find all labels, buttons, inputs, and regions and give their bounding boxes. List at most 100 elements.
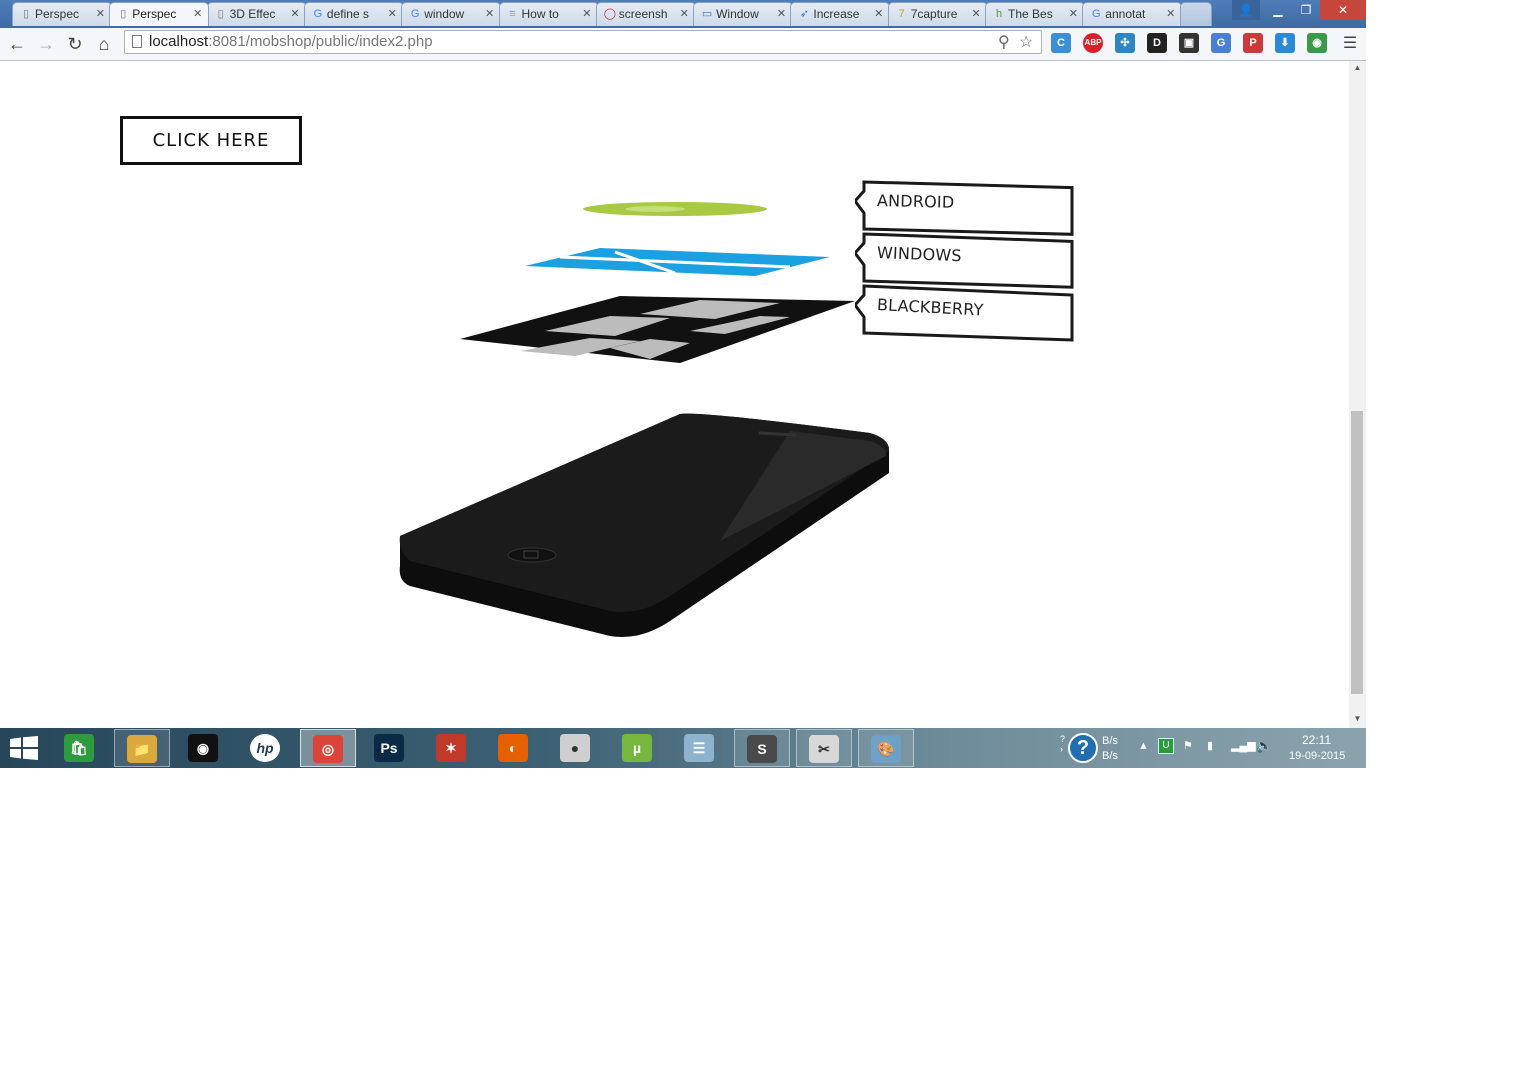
layers-app[interactable]: ☰ [672,729,728,767]
browser-tab[interactable]: ▯ Perspec ✕ [109,2,210,26]
new-tab-button[interactable] [1179,2,1212,26]
hp-app[interactable]: hp [238,729,294,767]
network-extension-icon[interactable]: ✣ [1115,33,1135,53]
browser-tab[interactable]: Gdefine s ✕ [303,2,404,26]
taskbar: 🛍 📁 ◉ hp ◎ Ps ✶ ◐ ● µ ☰ S ✂ 🎨 ? › ? B/s B/s ▲ U ⚑ ▮ ▂▄… [0,728,1366,768]
help-icon[interactable]: ? [1068,733,1098,763]
utorrent-app[interactable]: µ [610,729,666,767]
platform-label-box[interactable]: BLACKBERRY [855,283,1075,343]
zoom-icon[interactable]: ⚲ [998,32,1010,52]
volume-icon[interactable]: 🔈 [1256,738,1272,754]
webcam-icon: ◉ [188,734,218,762]
tab-close-icon[interactable]: ✕ [874,3,883,26]
page-icon [132,35,142,48]
pdf-extension-icon[interactable]: P [1243,33,1263,53]
minimize-button[interactable]: ▁ [1264,0,1292,20]
flag-icon[interactable]: ⚑ [1183,739,1193,752]
clock-time[interactable]: 22:11 [1302,733,1331,747]
seven-icon: 7 [898,8,905,20]
photoshop-app[interactable]: Ps [362,729,418,767]
rocket-icon: ➶ [799,8,809,20]
tab-label: The Bes [1008,7,1053,21]
snipping-app[interactable]: ✂ [796,729,852,767]
tray-app-icon[interactable]: U [1158,738,1174,754]
d-extension-icon[interactable]: D [1147,33,1167,53]
platform-label-box[interactable]: WINDOWS [855,231,1075,291]
tab-label: 7capture [910,7,958,21]
reload-button[interactable]: ↻ [63,32,87,56]
network-signal-icon[interactable]: ▂▄▆ [1231,739,1256,752]
tab-label: screensh [618,7,668,21]
tab-close-icon[interactable]: ✕ [1166,3,1175,26]
tab-close-icon[interactable]: ✕ [582,3,591,26]
scroll-up-icon[interactable]: ▲ [1349,61,1366,75]
tab-close-icon[interactable]: ✕ [777,3,786,26]
c-extension-icon[interactable]: C [1051,33,1071,53]
chrome-app[interactable]: ◎ [300,729,356,767]
tab-close-icon[interactable]: ✕ [1069,3,1078,26]
ccleaner-app[interactable]: ✶ [424,729,480,767]
url-text: localhost:8081/mobshop/public/index2.php [149,33,433,50]
browser-tab[interactable]: ➶ Increase ✕ [790,2,891,26]
camera-app-icon: ● [560,734,590,762]
browser-tab[interactable]: ▯ 3D Effec ✕ [206,2,307,26]
page-scrollbar[interactable]: ▲ ▼ [1349,61,1366,728]
browser-tab[interactable]: 7 7capture ✕ [887,2,988,26]
show-hidden-icons-icon[interactable]: ▲ [1138,740,1149,752]
screen-capture-icon[interactable]: ▣ [1179,33,1199,53]
tab-close-icon[interactable]: ✕ [485,3,494,26]
browser-tab[interactable]: ▭ Window ✕ [693,2,794,26]
browser-tab[interactable]: ≡ How to ✕ [498,2,599,26]
platform-label-box[interactable]: ANDROID [855,179,1075,239]
camtasia-app[interactable]: ● [548,729,604,767]
sublime-app[interactable]: S [734,729,790,767]
hp-icon: hp [250,734,280,762]
file-explorer-app[interactable]: 📁 [114,729,170,767]
profile-icon[interactable]: 👤 [1232,0,1260,20]
adblock-plus-icon[interactable]: ABP [1083,33,1103,53]
webcam-app[interactable]: ◉ [176,729,232,767]
tab-label: window [424,7,465,21]
tab-close-icon[interactable]: ✕ [680,3,689,26]
bookmark-star-icon[interactable]: ☆ [1019,32,1033,52]
close-window-button[interactable]: ✕ [1320,0,1366,20]
tab-close-icon[interactable]: ✕ [193,3,202,26]
tray-arrows: ? › [1060,734,1066,754]
browser-tab[interactable]: ◯ screensh ✕ [595,2,696,26]
page-viewport: CLICK HERE ANDROID WINDOWS BLACKBERRY [0,61,1349,728]
scrollbar-thumb[interactable] [1351,411,1363,694]
firefox-app[interactable]: ◐ [486,729,542,767]
download-icon[interactable]: ⬇ [1275,33,1295,53]
android-logo-layer [470,198,855,221]
translate-icon[interactable]: G [1211,33,1231,53]
page-icon: ▯ [22,8,30,20]
bars-icon: h [995,8,1003,20]
scroll-down-icon[interactable]: ▼ [1349,712,1366,726]
store-app[interactable]: 🛍 [52,729,108,767]
home-button[interactable]: ⌂ [92,32,116,56]
start-button[interactable] [10,736,38,760]
paint-app[interactable]: 🎨 [858,729,914,767]
home-button-graphic [507,547,557,563]
back-button[interactable]: ← [5,32,29,56]
address-bar[interactable]: localhost:8081/mobshop/public/index2.php… [124,30,1042,54]
restore-button[interactable]: ❐ [1292,0,1320,20]
tab-label: 3D Effec [229,7,276,21]
tab-label: define s [326,7,369,21]
tab-close-icon[interactable]: ✕ [971,3,980,26]
forward-button[interactable]: → [34,32,58,56]
platform-label: ANDROID [876,191,955,212]
browser-tab[interactable]: Gwindow ✕ [401,2,502,26]
browser-tab[interactable]: ▯ Perspec ✕ [12,2,112,26]
clock-date[interactable]: 19-09-2015 [1289,750,1345,762]
tab-close-icon[interactable]: ✕ [290,3,299,26]
tab-close-icon[interactable]: ✕ [388,3,397,26]
browser-tab[interactable]: Gannotat ✕ [1082,2,1183,26]
chrome-menu-icon[interactable]: ☰ [1338,32,1362,56]
browser-tab[interactable]: h The Bes ✕ [985,2,1085,26]
chrome-extension-icon[interactable]: ◉ [1307,33,1327,53]
tab-close-icon[interactable]: ✕ [96,3,105,26]
tab-label: Window [716,7,759,21]
battery-icon[interactable]: ▮ [1207,739,1213,752]
sublime-icon: S [747,735,777,763]
